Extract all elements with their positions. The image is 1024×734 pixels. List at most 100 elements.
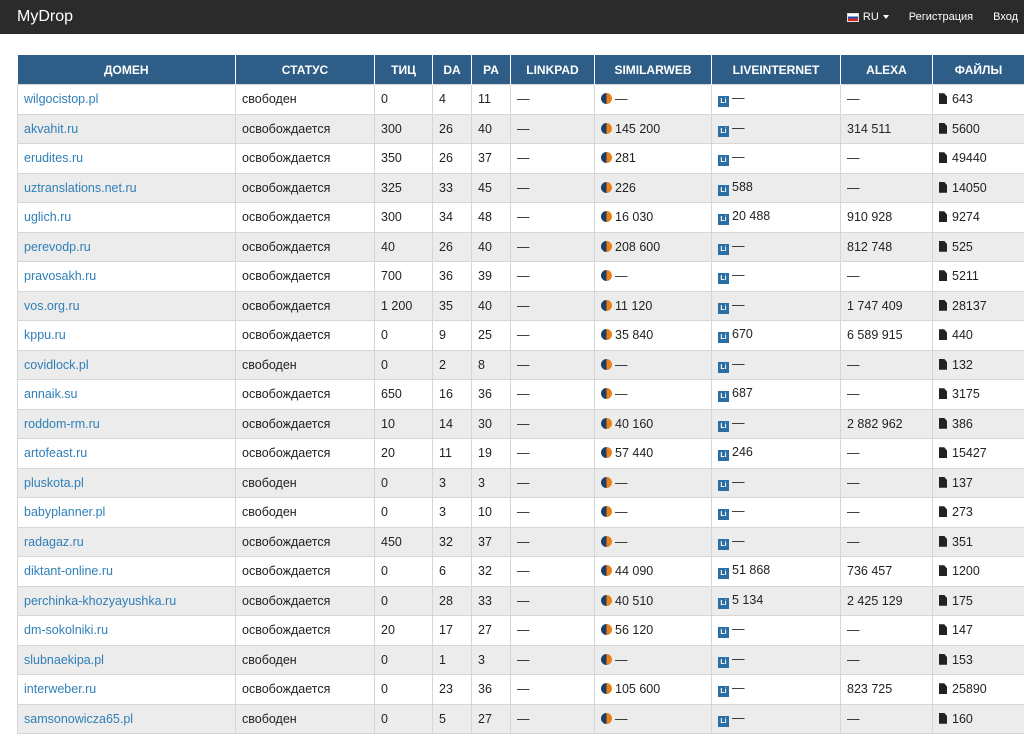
domain-link[interactable]: erudites.ru [24,151,83,165]
liveinternet-value: — [732,357,745,371]
similarweb-icon [601,654,612,665]
domain-link[interactable]: slubnaekipa.pl [24,653,104,667]
domain-link[interactable]: babyplanner.pl [24,505,105,519]
cell-da: 3 [433,468,472,498]
cell-status: свободен [236,85,375,115]
table-row: samsonowicza65.plсвободен0527——Li——160 [18,704,1024,734]
files-value: 132 [952,358,973,372]
header-pa[interactable]: PA [472,55,511,85]
cell-pa: 10 [472,498,511,528]
cell-da: 4 [433,85,472,115]
similarweb-value: 208 600 [615,240,660,254]
cell-linkpad: — [511,468,595,498]
cell-files: 160 [933,704,1024,734]
liveinternet-icon: Li [718,657,729,668]
domains-table: ДОМЕН СТАТУС ТИЦ DA PA LINKPAD SIMILARWE… [17,55,1024,734]
cell-da: 14 [433,409,472,439]
cell-linkpad: — [511,203,595,233]
cell-liveinternet: Li— [712,350,841,380]
domain-link[interactable]: uglich.ru [24,210,71,224]
header-liveinternet[interactable]: LIVEINTERNET [712,55,841,85]
cell-liveinternet: Li— [712,645,841,675]
liveinternet-icon: Li [718,391,729,402]
cell-similarweb: 44 090 [595,557,712,587]
domain-link[interactable]: diktant-online.ru [24,564,113,578]
login-link[interactable]: Вход [993,11,1018,23]
liveinternet-icon: Li [718,598,729,609]
domain-link[interactable]: pluskota.pl [24,476,84,490]
caret-down-icon [883,15,889,19]
cell-alexa: 812 748 [841,232,933,262]
liveinternet-value: — [732,239,745,253]
similarweb-value: 40 160 [615,417,653,431]
domain-link[interactable]: perchinka-khozyayushka.ru [24,594,176,608]
header-files[interactable]: ФАЙЛЫ [933,55,1024,85]
cell-status: освобождается [236,616,375,646]
domain-link[interactable]: interweber.ru [24,682,96,696]
similarweb-icon [601,536,612,547]
cell-alexa: — [841,380,933,410]
cell-status: освобождается [236,380,375,410]
domain-link[interactable]: wilgocistop.pl [24,92,98,106]
domain-link[interactable]: roddom-rm.ru [24,417,100,431]
header-alexa[interactable]: ALEXA [841,55,933,85]
russia-flag-icon [847,13,859,22]
cell-files: 25890 [933,675,1024,705]
table-row: babyplanner.plсвободен0310——Li——273 [18,498,1024,528]
domain-link[interactable]: covidlock.pl [24,358,89,372]
similarweb-icon [601,152,612,163]
cell-linkpad: — [511,645,595,675]
domain-link[interactable]: annaik.su [24,387,78,401]
cell-domain: vos.org.ru [18,291,236,321]
header-da[interactable]: DA [433,55,472,85]
files-value: 175 [952,594,973,608]
domain-link[interactable]: perevodp.ru [24,240,91,254]
language-dropdown[interactable]: RU [847,11,889,23]
cell-liveinternet: Li— [712,527,841,557]
similarweb-value: — [615,269,628,283]
domain-link[interactable]: kppu.ru [24,328,66,342]
domain-link[interactable]: uztranslations.net.ru [24,181,137,195]
header-status[interactable]: СТАТУС [236,55,375,85]
cell-linkpad: — [511,321,595,351]
cell-status: освобождается [236,114,375,144]
cell-similarweb: — [595,350,712,380]
cell-alexa: — [841,616,933,646]
header-domain[interactable]: ДОМЕН [18,55,236,85]
domain-link[interactable]: artofeast.ru [24,446,87,460]
header-similarweb[interactable]: SIMILARWEB [595,55,712,85]
cell-domain: radagaz.ru [18,527,236,557]
cell-status: свободен [236,704,375,734]
domain-link[interactable]: akvahit.ru [24,122,78,136]
liveinternet-value: 687 [732,386,753,400]
liveinternet-icon: Li [718,362,729,373]
cell-domain: babyplanner.pl [18,498,236,528]
domain-link[interactable]: vos.org.ru [24,299,80,313]
brand-logo[interactable]: MyDrop [17,8,73,26]
domain-link[interactable]: pravosakh.ru [24,269,96,283]
similarweb-icon [601,359,612,370]
cell-pa: 3 [472,645,511,675]
cell-files: 3175 [933,380,1024,410]
table-row: pravosakh.ruосвобождается7003639——Li——52… [18,262,1024,292]
cell-pa: 36 [472,380,511,410]
cell-linkpad: — [511,380,595,410]
cell-tic: 0 [375,675,433,705]
domain-link[interactable]: radagaz.ru [24,535,84,549]
cell-pa: 40 [472,232,511,262]
similarweb-icon [601,123,612,134]
liveinternet-value: — [732,475,745,489]
cell-files: 525 [933,232,1024,262]
cell-alexa: — [841,704,933,734]
similarweb-icon [601,447,612,458]
language-label: RU [863,11,879,23]
files-value: 3175 [952,387,980,401]
domain-link[interactable]: samsonowicza65.pl [24,712,133,726]
file-icon [939,241,947,252]
cell-similarweb: — [595,645,712,675]
register-link[interactable]: Регистрация [909,11,973,23]
header-tic[interactable]: ТИЦ [375,55,433,85]
domain-link[interactable]: dm-sokolniki.ru [24,623,108,637]
header-linkpad[interactable]: LINKPAD [511,55,595,85]
cell-pa: 3 [472,468,511,498]
